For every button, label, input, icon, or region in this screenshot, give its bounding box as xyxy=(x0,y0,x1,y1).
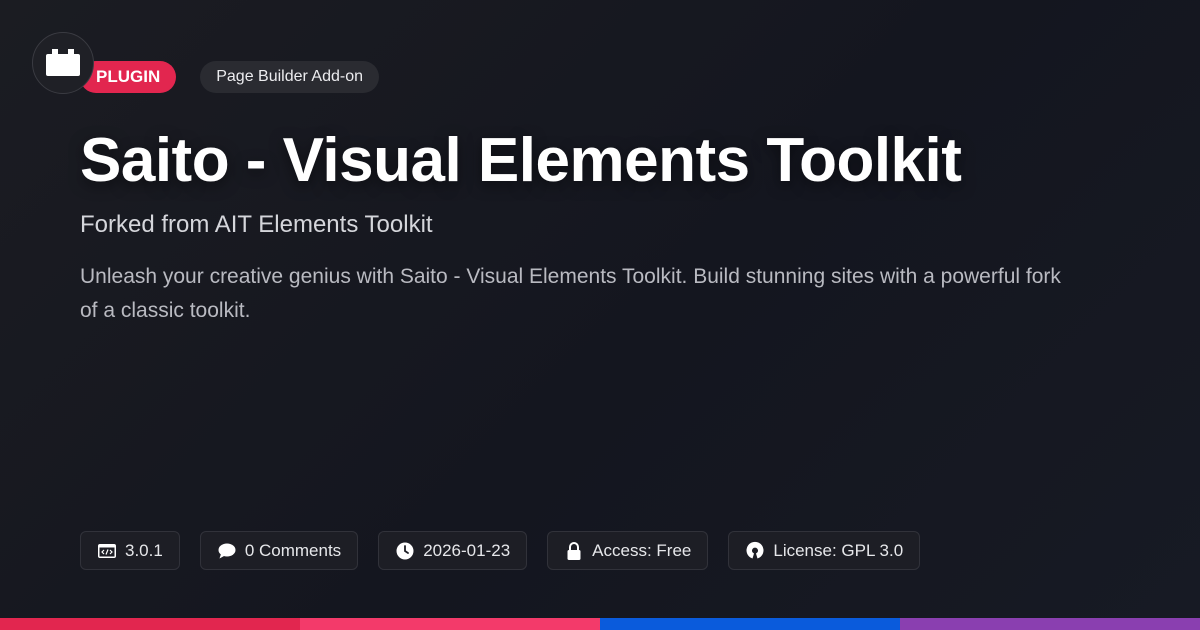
category-tag[interactable]: Page Builder Add-on xyxy=(200,61,380,93)
plugin-logo xyxy=(32,32,94,94)
date-badge: 2026-01-23 xyxy=(378,531,528,570)
version-label: 3.0.1 xyxy=(125,540,163,560)
page-subtitle: Forked from AIT Elements Toolkit xyxy=(80,211,433,238)
comments-link[interactable]: 0 Comments xyxy=(199,531,359,570)
accent-segment xyxy=(0,618,300,630)
access-label: Access: Free xyxy=(592,540,692,560)
license-badge: License: GPL 3.0 xyxy=(728,531,921,570)
plugin-block-icon xyxy=(46,49,80,76)
type-badge[interactable]: PLUGIN xyxy=(80,61,177,93)
clock-icon xyxy=(395,541,415,561)
accent-segment xyxy=(300,618,600,630)
version-badge: 3.0.1 xyxy=(80,531,180,570)
license-label: License: GPL 3.0 xyxy=(773,540,904,560)
bottom-accent-bar xyxy=(0,618,1200,630)
page-title: Saito - Visual Elements Toolkit xyxy=(80,126,962,195)
comments-label: 0 Comments xyxy=(244,540,342,560)
code-window-icon xyxy=(97,541,117,561)
lock-icon xyxy=(564,541,584,561)
page-description: Unleash your creative genius with Saito … xyxy=(80,265,1061,322)
date-label: 2026-01-23 xyxy=(423,540,511,560)
accent-segment xyxy=(900,618,1200,630)
open-source-icon xyxy=(745,541,765,561)
comment-icon xyxy=(217,541,237,561)
access-badge: Access: Free xyxy=(547,531,709,570)
tag-list: PLUGIN Page Builder Add-on xyxy=(80,61,380,93)
meta-bar: 3.0.1 0 Comments 2026-01-23 Access: Free xyxy=(80,531,921,570)
accent-segment xyxy=(600,618,900,630)
